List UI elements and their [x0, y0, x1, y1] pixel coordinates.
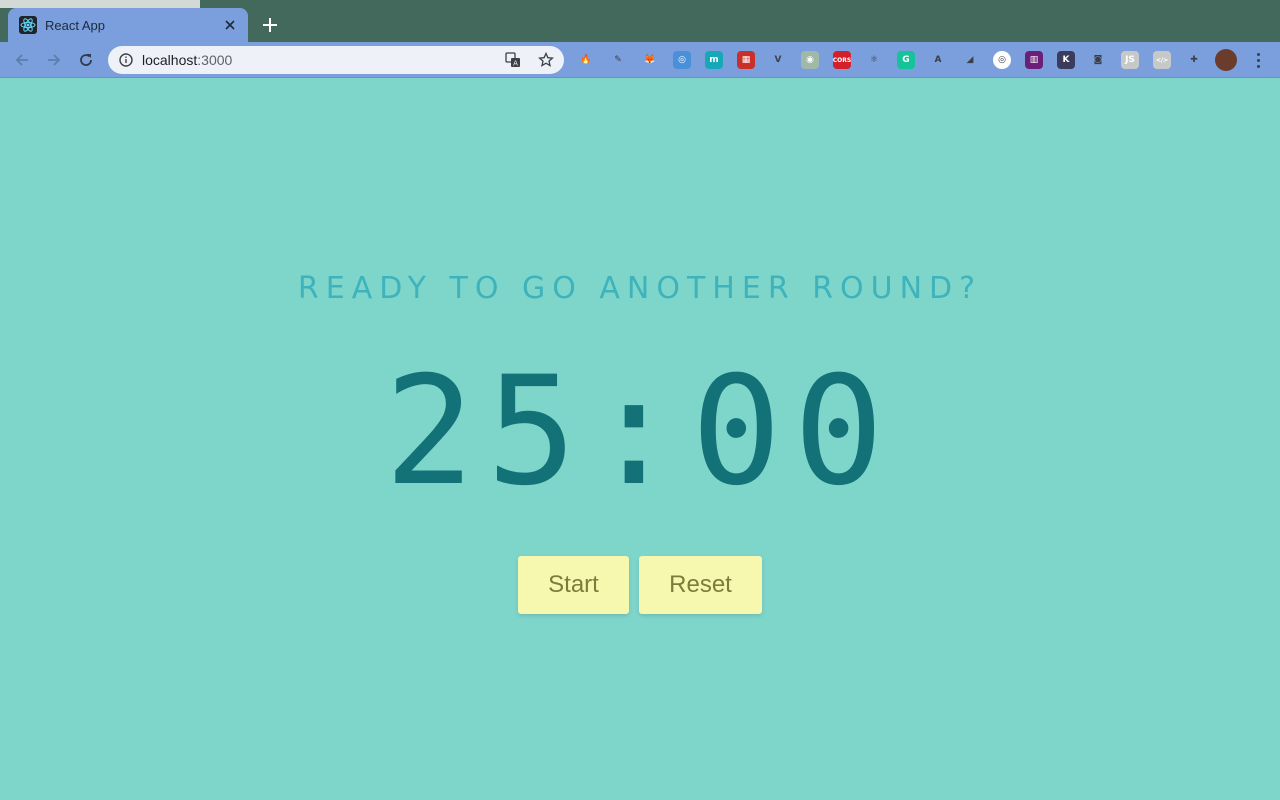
red-grid-extension-icon[interactable]: ▦ [737, 51, 755, 69]
m-extension-icon[interactable]: m [705, 51, 723, 69]
headline: READY TO GO ANOTHER ROUND? [297, 271, 983, 306]
eyedropper-extension-icon[interactable]: ✎ [609, 51, 627, 69]
cors-extension-icon[interactable]: CORS [833, 51, 851, 69]
url-port: :3000 [197, 52, 233, 68]
profile-avatar[interactable] [1215, 49, 1237, 71]
url-host: localhost [142, 52, 198, 68]
site-info-icon[interactable] [119, 53, 133, 67]
link-extension-icon[interactable]: ◙ [1089, 51, 1107, 69]
new-tab-icon[interactable] [259, 14, 281, 36]
ruler-extension-icon[interactable]: ◢ [961, 51, 979, 69]
reset-button[interactable]: Reset [639, 556, 762, 614]
tab-close-icon[interactable] [222, 17, 238, 33]
browser-toolbar: localhost:3000 A 🔥 ✎ 🦊 ◎ m ▦ V ◉ CORS ⚛ G A ◢ ◎ ▥ K ◙ JS <… [0, 42, 1280, 78]
a-circle-extension-icon[interactable]: A [929, 51, 947, 69]
grammarly-extension-icon[interactable]: G [897, 51, 915, 69]
translate-icon[interactable]: A [505, 52, 521, 68]
fire-extension-icon[interactable]: 🔥 [577, 51, 595, 69]
timer-display: 25:00 [384, 345, 896, 519]
pink-circle-extension-icon[interactable]: ◎ [993, 51, 1011, 69]
react-favicon-icon [19, 16, 37, 34]
target-extension-icon[interactable]: ◉ [801, 51, 819, 69]
address-bar[interactable]: localhost:3000 A [108, 46, 564, 74]
back-icon[interactable] [12, 50, 32, 70]
reload-icon[interactable] [76, 50, 96, 70]
react-devtools-extension-icon[interactable]: ⚛ [865, 51, 883, 69]
js-extension-icon[interactable]: JS [1121, 51, 1139, 69]
browser-menu-icon[interactable] [1250, 51, 1266, 69]
svg-text:A: A [513, 60, 518, 68]
tab-strip: React App [0, 0, 1280, 42]
blue-swirl-extension-icon[interactable]: ◎ [673, 51, 691, 69]
start-button[interactable]: Start [518, 556, 629, 614]
code-extension-icon[interactable]: </> [1153, 51, 1171, 69]
tab-strip-edge [0, 0, 200, 8]
puzzle-extensions-icon[interactable]: ✚ [1185, 51, 1203, 69]
tab-react-app[interactable]: React App [8, 8, 248, 42]
bookmark-star-icon[interactable] [538, 51, 554, 68]
timer-controls: Start Reset [518, 556, 762, 614]
k-extension-icon[interactable]: K [1057, 51, 1075, 69]
vue-extension-icon[interactable]: V [769, 51, 787, 69]
url-text: localhost:3000 [142, 52, 232, 68]
purple-chart-extension-icon[interactable]: ▥ [1025, 51, 1043, 69]
tab-title: React App [45, 17, 105, 33]
forward-icon[interactable] [44, 50, 64, 70]
app-page: READY TO GO ANOTHER ROUND? 25:00 Start R… [0, 79, 1280, 800]
metamask-extension-icon[interactable]: 🦊 [641, 51, 659, 69]
